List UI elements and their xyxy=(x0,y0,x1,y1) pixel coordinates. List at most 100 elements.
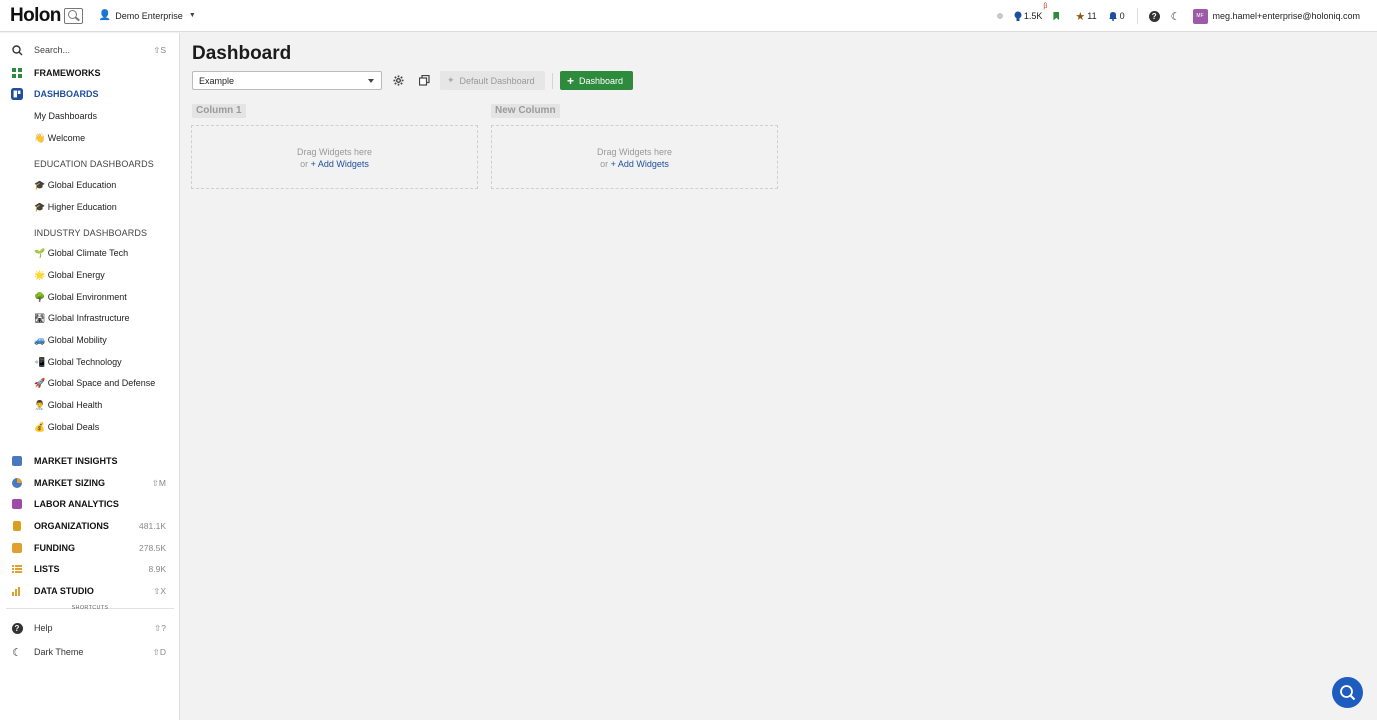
logo-wordmark: Holon xyxy=(10,4,61,26)
list-icon xyxy=(11,563,23,575)
dark-mode-toggle[interactable]: ☾ xyxy=(1171,10,1181,23)
pin-icon: ✦ xyxy=(447,75,455,85)
pie-chart-icon xyxy=(11,477,23,489)
grid-icon xyxy=(11,67,23,79)
drag-widgets-text: Drag Widgets here xyxy=(596,147,673,157)
insights-count: 1.5K xyxy=(1023,11,1043,21)
sidebar-search[interactable]: Search... ⇧S xyxy=(0,40,180,60)
building-icon xyxy=(11,520,23,532)
money-icon xyxy=(11,542,23,554)
sidebar-item-global-health[interactable]: 👨‍⚕️ Global Health xyxy=(0,395,180,415)
industry-dashboards-heading: INDUSTRY DASHBOARDS xyxy=(34,228,148,238)
stars-counter[interactable]: ★ 11 xyxy=(1075,10,1096,23)
search-label: Search... xyxy=(34,45,71,55)
alerts-counter[interactable]: 0 xyxy=(1108,11,1125,21)
welcome-label: 👋 Welcome xyxy=(34,132,86,143)
user-menu[interactable]: MF meg.hamel+enterprise@holoniq.com xyxy=(1192,8,1360,24)
sidebar-item-global-technology[interactable]: 📲 Global Technology xyxy=(0,352,180,372)
sidebar-item-dashboards[interactable]: DASHBOARDS xyxy=(0,84,180,104)
sidebar-item-lists[interactable]: LISTS 8.9K xyxy=(0,559,180,579)
insights-counter[interactable]: 1.5K xyxy=(1014,11,1043,22)
support-chat-button[interactable] xyxy=(1332,677,1363,708)
new-column-title[interactable]: New Column xyxy=(491,104,560,118)
dashboard-select-value: Example xyxy=(199,75,235,86)
help-icon: ? xyxy=(1148,10,1160,22)
my-dashboards-label: My Dashboards xyxy=(34,111,98,121)
logo-iq-mark xyxy=(63,7,83,24)
user-email: meg.hamel+enterprise@holoniq.com xyxy=(1212,11,1360,21)
bell-icon xyxy=(1108,12,1117,21)
newspaper-icon xyxy=(11,455,23,467)
default-dashboard-button[interactable]: ✦ Default Dashboard xyxy=(440,71,545,90)
top-right-toolbar: 1.5K β ★ 11 0 ? ☾ MF meg.hamel+enterpris… xyxy=(986,0,1360,32)
page-title: Dashboard xyxy=(192,43,292,64)
help-button[interactable]: ? xyxy=(1148,10,1160,22)
search-shortcut: ⇧S xyxy=(153,44,166,55)
sidebar: Search... ⇧S FRAMEWORKS DASHBOARDS My Da… xyxy=(0,33,180,720)
sidebar-item-labor-analytics[interactable]: LABOR ANALYTICS xyxy=(0,494,180,514)
add-dashboard-button[interactable]: + Dashboard xyxy=(560,71,633,90)
saved-bookmarks-button[interactable]: β xyxy=(1043,3,1060,21)
add-widgets-link[interactable]: + Add Widgets xyxy=(611,159,669,169)
sidebar-item-funding[interactable]: FUNDING 278.5K xyxy=(0,538,180,558)
org-switcher[interactable]: 👤 Demo Enterprise ▼ xyxy=(99,10,196,21)
status-dot xyxy=(996,13,1003,19)
duplicate-button[interactable] xyxy=(418,74,430,86)
sidebar-item-global-environment[interactable]: 🌳 Global Environment xyxy=(0,287,180,307)
sidebar-item-global-mobility[interactable]: 🚙 Global Mobility xyxy=(0,330,180,350)
sidebar-item-global-infrastructure[interactable]: 🛣 Global Infrastructure xyxy=(0,308,180,328)
person-icon: 👤 xyxy=(98,10,112,21)
add-widgets-link[interactable]: + Add Widgets xyxy=(311,159,369,169)
settings-button[interactable] xyxy=(392,74,404,86)
sidebar-item-welcome[interactable]: 👋 Welcome xyxy=(0,128,180,148)
sidebar-item-my-dashboards[interactable]: My Dashboards xyxy=(0,106,180,126)
toolbar-separator xyxy=(1136,8,1138,24)
bookmark-icon xyxy=(1053,11,1060,21)
search-icon xyxy=(11,44,23,56)
gear-icon xyxy=(392,74,404,86)
sidebar-item-organizations[interactable]: ORGANIZATIONS 481.1K xyxy=(0,516,180,536)
sidebar-item-frameworks[interactable]: FRAMEWORKS xyxy=(0,63,180,83)
alerts-count: 0 xyxy=(1119,11,1125,21)
education-dashboards-heading: EDUCATION DASHBOARDS xyxy=(34,159,154,169)
sidebar-dark-theme[interactable]: ☾ Dark Theme ⇧D xyxy=(0,642,180,662)
moon-icon: ☾ xyxy=(12,646,22,659)
toolbar-separator xyxy=(552,73,553,89)
help-icon: ? xyxy=(11,622,23,634)
sidebar-item-higher-education[interactable]: 🎓 Higher Education xyxy=(0,197,180,217)
sidebar-item-data-studio[interactable]: DATA STUDIO ⇧X xyxy=(0,581,180,601)
avatar: MF xyxy=(1192,8,1208,24)
chat-search-icon xyxy=(1340,685,1356,701)
moon-icon: ☾ xyxy=(1170,10,1181,23)
column-1-title[interactable]: Column 1 xyxy=(192,104,246,118)
sidebar-help[interactable]: ? Help ⇧? xyxy=(0,618,180,638)
sidebar-item-global-space-and-defense[interactable]: 🚀 Global Space and Defense xyxy=(0,373,180,393)
sidebar-item-global-energy[interactable]: 🌟 Global Energy xyxy=(0,265,180,285)
dashboard-select[interactable]: Example xyxy=(192,71,382,90)
stars-count: 11 xyxy=(1087,11,1097,21)
sidebar-item-market-sizing[interactable]: MARKET SIZING ⇧M xyxy=(0,473,180,493)
beta-badge: β xyxy=(1043,2,1048,10)
org-name: Demo Enterprise xyxy=(115,10,183,21)
shortcuts-heading: SHORTCUTS xyxy=(71,605,109,611)
frameworks-label: FRAMEWORKS xyxy=(34,68,101,78)
star-icon: ★ xyxy=(1075,10,1086,23)
new-column-dropzone[interactable]: Drag Widgets here or + Add Widgets xyxy=(491,125,778,189)
sidebar-item-global-education[interactable]: 🎓 Global Education xyxy=(0,175,180,195)
people-icon xyxy=(11,498,23,510)
column-1-dropzone[interactable]: Drag Widgets here or + Add Widgets xyxy=(191,125,478,189)
bar-chart-icon xyxy=(11,585,23,597)
plus-icon: + xyxy=(567,73,575,88)
sidebar-item-global-deals[interactable]: 💰 Global Deals xyxy=(0,417,180,437)
drag-widgets-text: Drag Widgets here xyxy=(296,147,373,157)
holoniq-logo[interactable]: Holon xyxy=(10,0,83,32)
sidebar-item-global-climate-tech[interactable]: 🌱 Global Climate Tech xyxy=(0,243,180,263)
copy-icon xyxy=(418,74,430,86)
dashboards-label: DASHBOARDS xyxy=(34,89,99,99)
top-bar: Holon 👤 Demo Enterprise ▼ 1.5K β ★ 11 0 … xyxy=(0,0,1377,32)
chevron-down-icon: ▼ xyxy=(188,12,196,19)
lightbulb-icon xyxy=(1014,11,1022,21)
sidebar-item-market-insights[interactable]: MARKET INSIGHTS xyxy=(0,451,180,471)
dashboard-icon xyxy=(11,88,23,100)
caret-down-icon xyxy=(368,79,374,83)
